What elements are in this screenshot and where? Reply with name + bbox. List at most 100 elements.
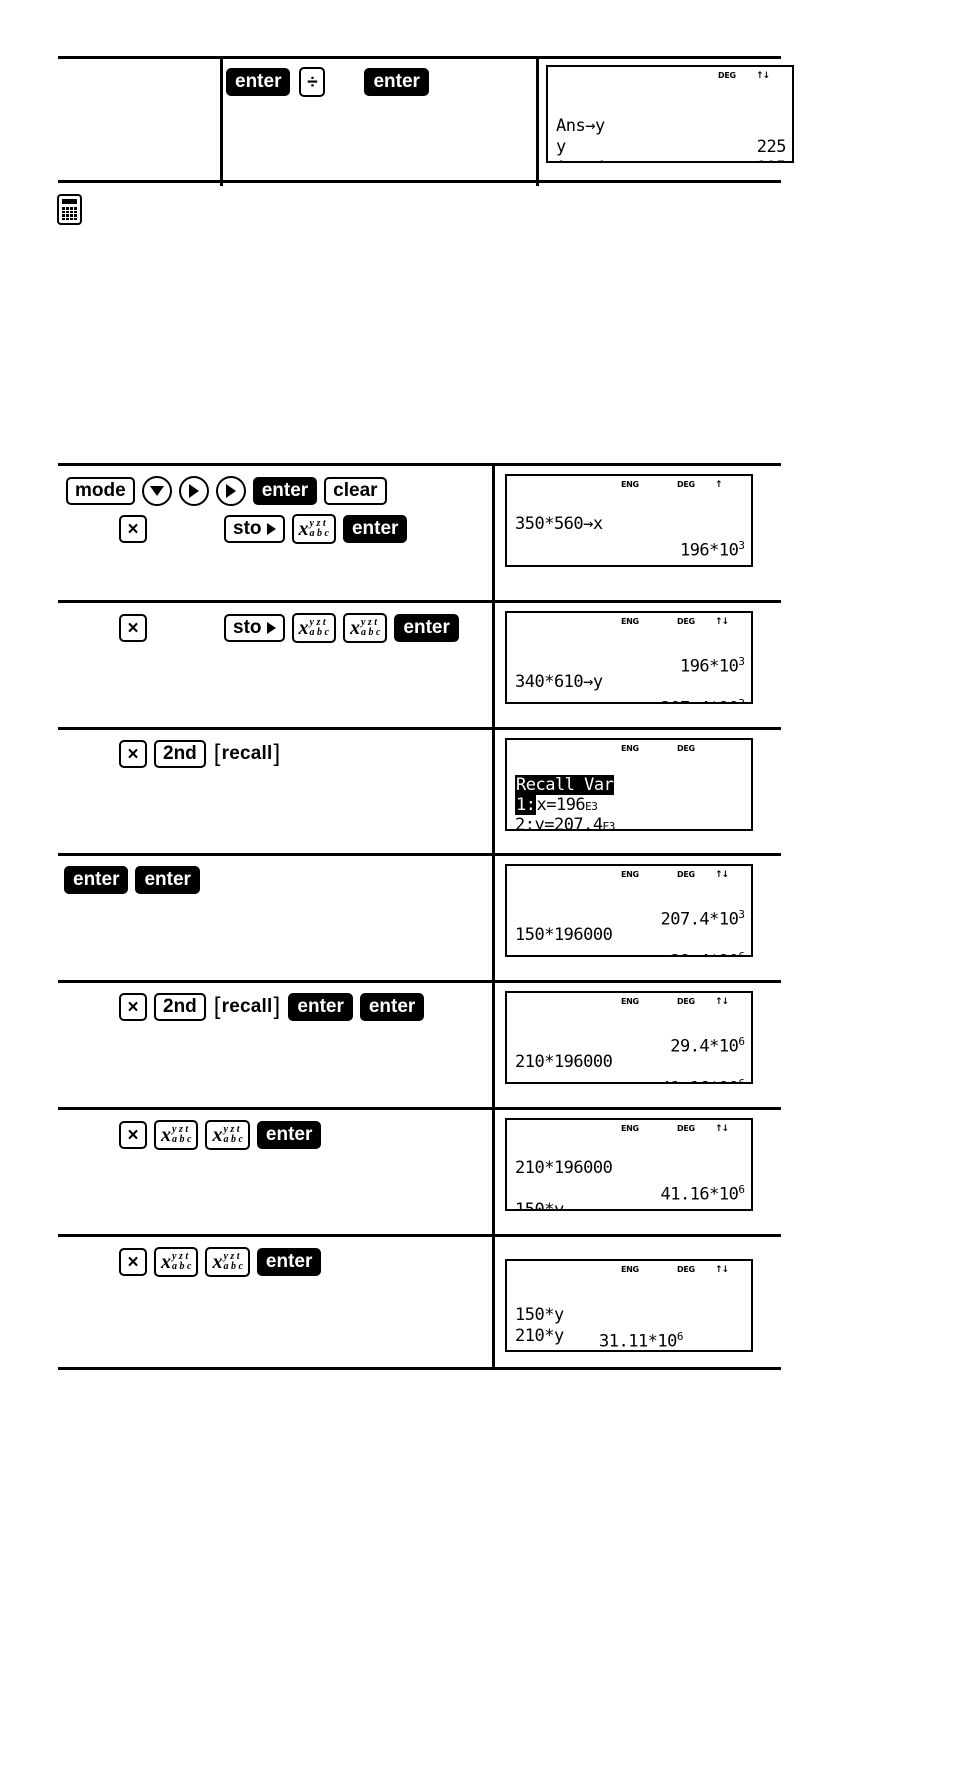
table-row: mode enter clear × sto x y z t a b c ent… xyxy=(58,466,781,603)
display-line: 43.554*106 xyxy=(513,1326,745,1347)
display-exponent: 6 xyxy=(738,1077,745,1084)
key-enter[interactable]: enter xyxy=(252,477,318,505)
scroll-arrows-indicator: ↑↓ xyxy=(756,70,770,81)
calculator-icon-keys xyxy=(62,207,77,220)
display-line: 350*560→x xyxy=(513,493,745,534)
eng-indicator: ENG xyxy=(621,1124,639,1133)
keystroke-cell: × x y z t a b c x y z t a b c enter xyxy=(58,1110,495,1234)
section-a-display-wrapper: DEG ↑↓ Ans→y 225 y 225 Ans÷4 56.25 xyxy=(546,65,794,163)
key-2nd[interactable]: 2nd xyxy=(154,740,206,768)
key-enter[interactable]: enter xyxy=(364,68,429,96)
menu-item[interactable]: 2:y=207.4E3 xyxy=(513,795,745,829)
key-enter[interactable]: enter xyxy=(342,515,408,543)
keystroke-cell: mode enter clear × sto x y z t a b c ent… xyxy=(58,466,495,600)
display-lines: 196*103 340*610→y 207.4*103 xyxy=(513,630,745,702)
deg-indicator: DEG xyxy=(677,997,695,1006)
key-sto[interactable]: sto xyxy=(224,614,285,642)
display-line: 196*103 xyxy=(513,630,745,677)
key-variable-sub: a b c xyxy=(223,1260,243,1272)
eng-indicator: ENG xyxy=(621,1265,639,1274)
key-recall-secondary[interactable]: [recall] xyxy=(213,993,282,1021)
key-sto[interactable]: sto xyxy=(224,515,285,543)
key-variable-base: x xyxy=(212,1123,223,1146)
menu-item[interactable]: 3↓z=0E0 xyxy=(513,815,745,829)
display-line-right: 41.16*106 xyxy=(660,1073,745,1084)
calculator-display: ENG DEG ↑↓ 150*y 31.11*106 210*y xyxy=(505,1259,753,1352)
key-variable-x[interactable]: x y z t a b c xyxy=(291,514,336,544)
display-line: 196*103 xyxy=(513,514,745,561)
key-enter[interactable]: enter xyxy=(135,866,200,894)
keystroke-cell: × x y z t a b c x y z t a b c enter xyxy=(58,1237,495,1367)
key-enter[interactable]: enter xyxy=(359,993,425,1021)
display-line: 340*610→y xyxy=(513,651,745,692)
key-sto-label: sto xyxy=(233,617,262,638)
key-enter[interactable]: enter xyxy=(394,614,459,642)
key-enter[interactable]: enter xyxy=(256,1121,322,1149)
key-sto-label: sto xyxy=(233,518,262,539)
key-sequence-line: × sto x y z t a b c x y z t a b c enter xyxy=(64,613,484,643)
deg-indicator: DEG xyxy=(677,1265,695,1274)
key-variable-base: x xyxy=(298,517,309,540)
scroll-arrows-indicator: ↑ xyxy=(715,479,722,490)
deg-indicator: DEG xyxy=(718,71,736,80)
table-row: × 2nd [recall] ENG DEG Recall Var 1:x=19… xyxy=(58,730,781,856)
key-sequence-line: × 2nd [recall] enter enter xyxy=(64,993,484,1021)
down-arrow-icon[interactable] xyxy=(141,476,172,506)
table-row: × x y z t a b c x y z t a b c enter ENG … xyxy=(58,1110,781,1237)
key-sequence-line: × x y z t a b c x y z t a b c enter xyxy=(64,1120,484,1150)
eng-indicator: ENG xyxy=(621,480,639,489)
bracket-close: ] xyxy=(273,993,281,1020)
key-clear[interactable]: clear xyxy=(324,477,387,505)
key-enter[interactable]: enter xyxy=(64,866,129,894)
key-divide[interactable]: ÷ xyxy=(299,67,326,97)
keystroke-cell: × 2nd [recall] xyxy=(58,730,495,853)
key-variable-x[interactable]: x y z t a b c xyxy=(205,1247,250,1277)
key-variable-x[interactable]: x y z t a b c xyxy=(154,1247,199,1277)
display-line: 207.4*103 xyxy=(513,883,745,930)
key-variable-x[interactable]: x y z t a b c xyxy=(154,1120,199,1150)
key-recall-label: recall xyxy=(221,996,273,1017)
eng-indicator: ENG xyxy=(621,617,639,626)
key-variable-sub: a b c xyxy=(223,1133,243,1145)
key-sequence-line: mode enter clear xyxy=(64,476,484,506)
key-mode[interactable]: mode xyxy=(66,477,135,505)
display-lines: 210*196000 41.16*106 150*y 31.11*106 xyxy=(513,1137,745,1209)
key-variable-x[interactable]: x y z t a b c xyxy=(342,613,388,643)
display-cell: ENG DEG ↑↓ 210*196000 41.16*106 150*y xyxy=(495,1110,781,1234)
key-2nd[interactable]: 2nd xyxy=(154,993,206,1021)
key-multiply[interactable]: × xyxy=(119,740,147,768)
column-separator xyxy=(220,59,223,186)
key-multiply[interactable]: × xyxy=(119,515,147,543)
key-variable-x[interactable]: x y z t a b c xyxy=(205,1120,250,1150)
deg-indicator: DEG xyxy=(677,480,695,489)
deg-indicator: DEG xyxy=(677,1124,695,1133)
calculator-display: DEG ↑↓ Ans→y 225 y 225 Ans÷4 56.25 xyxy=(546,65,794,163)
key-multiply[interactable]: × xyxy=(119,993,147,1021)
display-cell: ENG DEG Recall Var 1:x=196E3 2:y=207.4E3 xyxy=(495,730,781,853)
key-multiply[interactable]: × xyxy=(119,614,147,642)
display-indicators: ENG DEG ↑↓ xyxy=(513,616,745,627)
key-enter[interactable]: enter xyxy=(288,993,353,1021)
calculator-icon-screen xyxy=(62,199,77,204)
display-line: 210*196000 xyxy=(513,1031,745,1072)
display-lines: Ans→y 225 y 225 Ans÷4 56.25 xyxy=(554,95,787,161)
key-variable-x[interactable]: x y z t a b c xyxy=(291,613,336,643)
display-line: 150*y 31.11*106 xyxy=(513,1284,745,1350)
right-arrow-icon[interactable] xyxy=(178,476,209,506)
keystroke-cell: enter enter xyxy=(58,856,495,980)
key-recall-secondary[interactable]: [recall] xyxy=(213,740,282,768)
display-lines: 207.4*103 150*196000 29.4*106 xyxy=(513,883,745,955)
deg-indicator: DEG xyxy=(677,744,695,753)
key-multiply[interactable]: × xyxy=(119,1121,147,1149)
keystroke-cell: × sto x y z t a b c x y z t a b c enter xyxy=(58,603,495,727)
display-indicators: ENG DEG ↑↓ xyxy=(513,996,745,1007)
calculator-display: ENG DEG ↑↓ 210*196000 41.16*106 150*y xyxy=(505,1118,753,1211)
key-variable-base: x xyxy=(349,616,360,639)
key-enter[interactable]: enter xyxy=(256,1248,322,1276)
right-arrow-icon[interactable] xyxy=(215,476,246,506)
menu-item[interactable]: 1:x=196E3 xyxy=(513,775,745,815)
key-multiply[interactable]: × xyxy=(119,1248,147,1276)
key-enter[interactable]: enter xyxy=(226,68,291,96)
display-line-right: 196*103 xyxy=(679,539,745,561)
bracket-open: [ xyxy=(213,993,221,1020)
